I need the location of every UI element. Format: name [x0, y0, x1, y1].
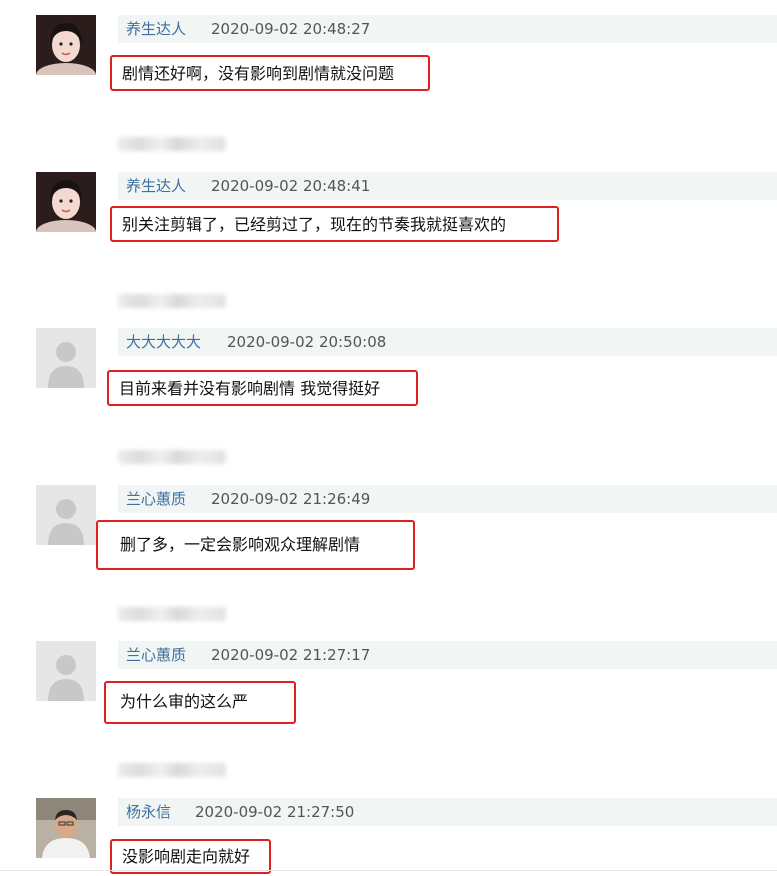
timestamp: 2020-09-02 20:48:41: [211, 177, 371, 195]
comment-text: 没影响剧走向就好: [122, 847, 251, 866]
blurred-actions: [118, 763, 226, 777]
comment-header: 杨永信 2020-09-02 21:27:50: [118, 798, 777, 826]
comment-text: 为什么审的这么严: [120, 692, 249, 711]
comment-body-highlight: 删了多，一定会影响观众理解剧情: [96, 520, 415, 570]
comment-item: 杨永信 2020-09-02 21:27:50 没影响剧走向就好: [0, 798, 777, 876]
girl-photo-avatar: [36, 172, 96, 232]
blurred-actions: [118, 607, 226, 621]
username[interactable]: 养生达人: [126, 19, 186, 39]
comment-item: 兰心蕙质 2020-09-02 21:26:49 删了多，一定会影响观众理解剧情: [0, 485, 777, 642]
username[interactable]: 兰心蕙质: [126, 489, 186, 509]
blurred-actions: [118, 294, 226, 308]
avatar[interactable]: [36, 485, 96, 545]
comment-body-highlight: 没影响剧走向就好: [110, 839, 271, 874]
username[interactable]: 养生达人: [126, 176, 186, 196]
comment-header: 大大大大大 2020-09-02 20:50:08: [118, 328, 777, 356]
username[interactable]: 兰心蕙质: [126, 645, 186, 665]
avatar[interactable]: [36, 641, 96, 701]
comment-text: 删了多，一定会影响观众理解剧情: [120, 535, 361, 554]
comment-header: 兰心蕙质 2020-09-02 21:26:49: [118, 485, 777, 513]
blurred-actions: [118, 137, 226, 151]
default-user-avatar: [36, 485, 96, 545]
default-user-avatar: [36, 641, 96, 701]
timestamp: 2020-09-02 20:50:08: [227, 333, 387, 351]
blurred-actions: [118, 450, 226, 464]
comment-item: 兰心蕙质 2020-09-02 21:27:17 为什么审的这么严: [0, 641, 777, 798]
comment-body-highlight: 为什么审的这么严: [104, 681, 296, 724]
default-user-avatar: [36, 328, 96, 388]
man-photo-avatar: [36, 798, 96, 858]
girl-photo-avatar: [36, 15, 96, 75]
avatar[interactable]: [36, 172, 96, 232]
divider: [0, 870, 777, 871]
comment-header: 兰心蕙质 2020-09-02 21:27:17: [118, 641, 777, 669]
timestamp: 2020-09-02 21:26:49: [211, 490, 371, 508]
avatar[interactable]: [36, 328, 96, 388]
comment-header: 养生达人 2020-09-02 20:48:41: [118, 172, 777, 200]
comment-item: 养生达人 2020-09-02 20:48:41 别关注剪辑了，已经剪过了，现在…: [0, 172, 777, 329]
username[interactable]: 杨永信: [126, 802, 171, 822]
timestamp: 2020-09-02 20:48:27: [211, 20, 371, 38]
comment-text: 目前来看并没有影响剧情 我觉得挺好: [119, 379, 381, 398]
username[interactable]: 大大大大大: [126, 332, 201, 352]
comment-text: 剧情还好啊，没有影响到剧情就没问题: [122, 64, 395, 83]
comment-body-highlight: 剧情还好啊，没有影响到剧情就没问题: [110, 55, 430, 91]
comment-body-highlight: 目前来看并没有影响剧情 我觉得挺好: [107, 370, 418, 406]
avatar[interactable]: [36, 798, 96, 858]
comment-text: 别关注剪辑了，已经剪过了，现在的节奏我就挺喜欢的: [122, 215, 507, 234]
comment-body-highlight: 别关注剪辑了，已经剪过了，现在的节奏我就挺喜欢的: [110, 206, 559, 242]
avatar[interactable]: [36, 15, 96, 75]
comment-header: 养生达人 2020-09-02 20:48:27: [118, 15, 777, 43]
timestamp: 2020-09-02 21:27:50: [195, 803, 355, 821]
comment-item: 养生达人 2020-09-02 20:48:27 剧情还好啊，没有影响到剧情就没…: [0, 15, 777, 172]
timestamp: 2020-09-02 21:27:17: [211, 646, 371, 664]
comment-item: 大大大大大 2020-09-02 20:50:08 目前来看并没有影响剧情 我觉…: [0, 328, 777, 485]
